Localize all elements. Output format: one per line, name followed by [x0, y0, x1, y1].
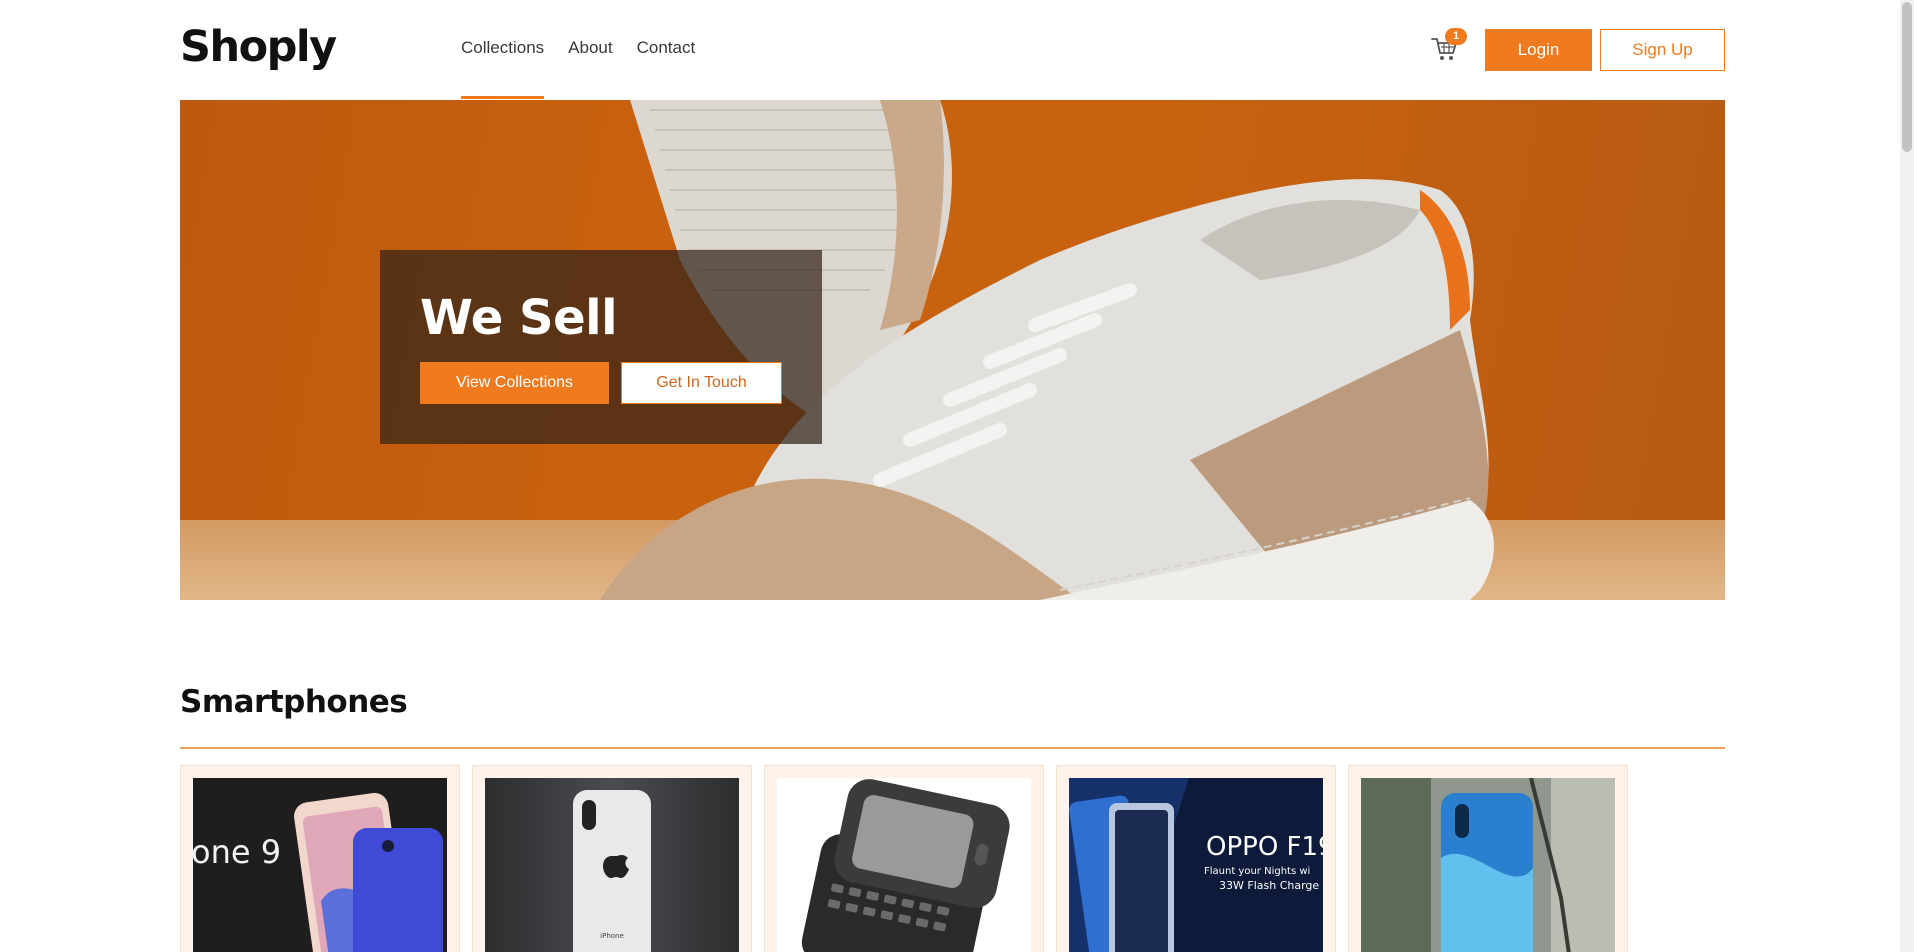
product-card[interactable]: iPhone — [472, 765, 752, 952]
product-card[interactable] — [764, 765, 1044, 952]
product-image-subtext2: 33W Flash Charge — [1219, 879, 1319, 892]
login-button[interactable]: Login — [1485, 29, 1592, 71]
signup-button[interactable]: Sign Up — [1600, 29, 1725, 71]
get-in-touch-button[interactable]: Get In Touch — [621, 362, 782, 404]
product-card[interactable]: OPPO F19 Flaunt your Nights wi 33W Flash… — [1056, 765, 1336, 952]
nav-item-about[interactable]: About — [568, 0, 612, 100]
main-nav: Collections About Contact — [461, 0, 719, 100]
nav-item-collections[interactable]: Collections — [461, 0, 545, 100]
product-card[interactable] — [1348, 765, 1628, 952]
product-image: one 9 — [193, 778, 447, 952]
hero-title: We Sell — [420, 290, 618, 346]
product-card[interactable]: one 9 — [180, 765, 460, 952]
hero-card — [380, 250, 822, 444]
section-divider — [180, 747, 1725, 749]
scrollbar-thumb[interactable] — [1902, 2, 1912, 152]
nav-item-contact[interactable]: Contact — [637, 0, 696, 100]
product-image: iPhone — [485, 778, 739, 952]
product-grid: one 9 iPhone OPPO F19 Flaunt your Nights… — [180, 765, 1725, 952]
product-image — [1361, 778, 1615, 952]
site-header: Shoply Collections About Contact 1 Login… — [0, 0, 1914, 100]
product-image-subtext: Flaunt your Nights wi — [1204, 866, 1310, 877]
product-image: OPPO F19 Flaunt your Nights wi 33W Flash… — [1069, 778, 1323, 952]
product-image — [777, 778, 1031, 952]
product-image-text: OPPO F19 — [1206, 832, 1323, 862]
page-scrollbar[interactable] — [1900, 0, 1914, 952]
cart-count-badge: 1 — [1445, 28, 1467, 45]
brand-logo[interactable]: Shoply — [180, 22, 337, 72]
view-collections-button[interactable]: View Collections — [420, 362, 609, 404]
product-image-text: iPhone — [600, 932, 624, 940]
product-image-text: one 9 — [193, 833, 281, 871]
section-title: Smartphones — [180, 684, 408, 720]
